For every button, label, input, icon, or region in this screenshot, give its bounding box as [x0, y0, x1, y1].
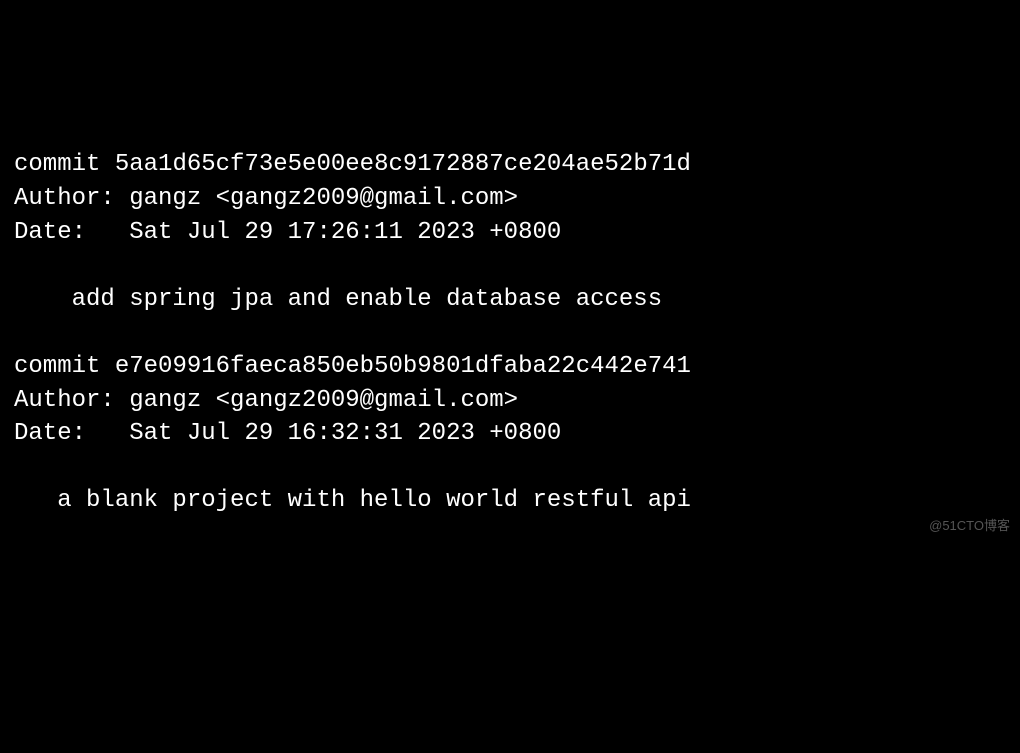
author-line: Author: gangz <gangz2009@gmail.com>: [14, 182, 1006, 216]
commit-label: commit: [14, 353, 115, 380]
commit-label: commit: [14, 151, 115, 178]
date-label: Date:: [14, 420, 129, 447]
commit-hash-line: commit e7e09916faeca850eb50b9801dfaba22c…: [14, 350, 1006, 384]
author-label: Author:: [14, 387, 129, 414]
date-label: Date:: [14, 219, 129, 246]
date-line: Date: Sat Jul 29 17:26:11 2023 +0800: [14, 216, 1006, 250]
git-log-output[interactable]: commit 5aa1d65cf73e5e00ee8c9172887ce204a…: [14, 148, 1006, 518]
watermark: @51CTO博客: [929, 517, 1010, 535]
date-line: Date: Sat Jul 29 16:32:31 2023 +0800: [14, 417, 1006, 451]
author-value: gangz <gangz2009@gmail.com>: [129, 387, 518, 414]
author-line: Author: gangz <gangz2009@gmail.com>: [14, 384, 1006, 418]
author-label: Author:: [14, 185, 129, 212]
commit-hash-line: commit 5aa1d65cf73e5e00ee8c9172887ce204a…: [14, 148, 1006, 182]
date-value: Sat Jul 29 17:26:11 2023 +0800: [129, 219, 561, 246]
author-value: gangz <gangz2009@gmail.com>: [129, 185, 518, 212]
commit-hash: 5aa1d65cf73e5e00ee8c9172887ce204ae52b71d: [115, 151, 691, 178]
commit-message: add spring jpa and enable database acces…: [14, 283, 1006, 317]
date-value: Sat Jul 29 16:32:31 2023 +0800: [129, 420, 561, 447]
commit-message: a blank project with hello world restful…: [14, 484, 1006, 518]
commit-hash: e7e09916faeca850eb50b9801dfaba22c442e741: [115, 353, 691, 380]
